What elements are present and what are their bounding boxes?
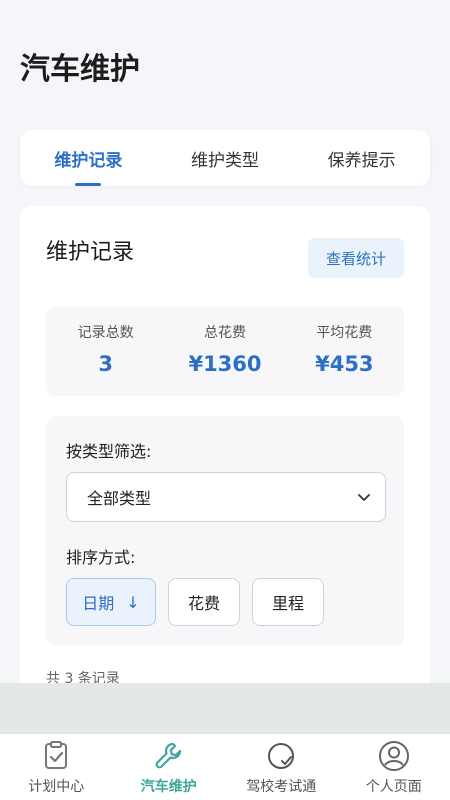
view-stats-button[interactable]: 查看统计 — [308, 238, 404, 278]
tab-maintenance-types[interactable]: 维护类型 — [157, 130, 294, 186]
nav-label: 汽车维护 — [140, 779, 197, 795]
user-icon — [378, 741, 409, 771]
tab-maintenance-records[interactable]: 维护记录 — [20, 130, 157, 186]
wrench-icon — [155, 742, 181, 769]
sort-option-label: 日期 — [82, 594, 115, 613]
sort-by-mileage-button[interactable]: 里程 — [252, 578, 324, 626]
records-card: 维护记录 查看统计 记录总数 3 总花费 ¥1360 平均花费 ¥453 按类型… — [20, 206, 430, 726]
filter-panel: 按类型筛选: 全部类型 排序方式: 日期 ↓ 花费 里程 — [46, 416, 404, 646]
card-title: 维护记录 — [46, 240, 135, 265]
nav-car-maintenance[interactable]: 汽车维护 — [113, 734, 226, 800]
summary-value: ¥1360 — [188, 352, 262, 376]
summary-panel: 记录总数 3 总花费 ¥1360 平均花费 ¥453 — [46, 306, 404, 396]
exam-icon — [268, 743, 295, 769]
tab-maintenance-tips[interactable]: 保养提示 — [293, 130, 430, 186]
tab-label: 维护记录 — [54, 150, 123, 171]
nav-label: 驾校考试通 — [246, 779, 317, 795]
summary-label: 记录总数 — [77, 325, 134, 341]
summary-label: 平均花费 — [316, 325, 373, 341]
sort-options: 日期 ↓ 花费 里程 — [66, 578, 324, 626]
chevron-down-icon — [358, 494, 370, 501]
type-filter-label: 按类型筛选: — [66, 442, 152, 461]
tab-label: 维护类型 — [191, 150, 259, 171]
bottom-nav: 计划中心 汽车维护 驾校考试通 个人页面 — [0, 733, 450, 800]
nav-plan-center[interactable]: 计划中心 — [0, 734, 113, 800]
checklist-icon — [45, 741, 68, 769]
sort-by-date-button[interactable]: 日期 ↓ — [66, 578, 156, 626]
nav-label: 计划中心 — [28, 779, 85, 795]
nav-profile[interactable]: 个人页面 — [338, 734, 450, 800]
sort-by-cost-button[interactable]: 花费 — [168, 578, 240, 626]
overlay-strip — [0, 683, 450, 733]
summary-average-cost: 平均花费 ¥453 — [285, 306, 404, 396]
page-title: 汽车维护 — [20, 52, 140, 87]
summary-label: 总花费 — [203, 325, 246, 341]
type-filter-select[interactable]: 全部类型 — [66, 472, 386, 522]
summary-total-records: 记录总数 3 — [46, 306, 165, 396]
arrow-down-icon: ↓ — [126, 592, 140, 612]
tab-bar: 维护记录 维护类型 保养提示 — [20, 130, 430, 186]
select-value: 全部类型 — [87, 489, 152, 508]
sort-label: 排序方式: — [66, 548, 136, 567]
summary-total-cost: 总花费 ¥1360 — [165, 306, 284, 396]
nav-label: 个人页面 — [365, 779, 422, 795]
nav-driving-exam[interactable]: 驾校考试通 — [225, 734, 338, 800]
summary-value: 3 — [98, 352, 113, 376]
tab-label: 保养提示 — [327, 150, 396, 171]
summary-value: ¥453 — [315, 352, 374, 376]
active-tab-indicator — [75, 183, 102, 186]
